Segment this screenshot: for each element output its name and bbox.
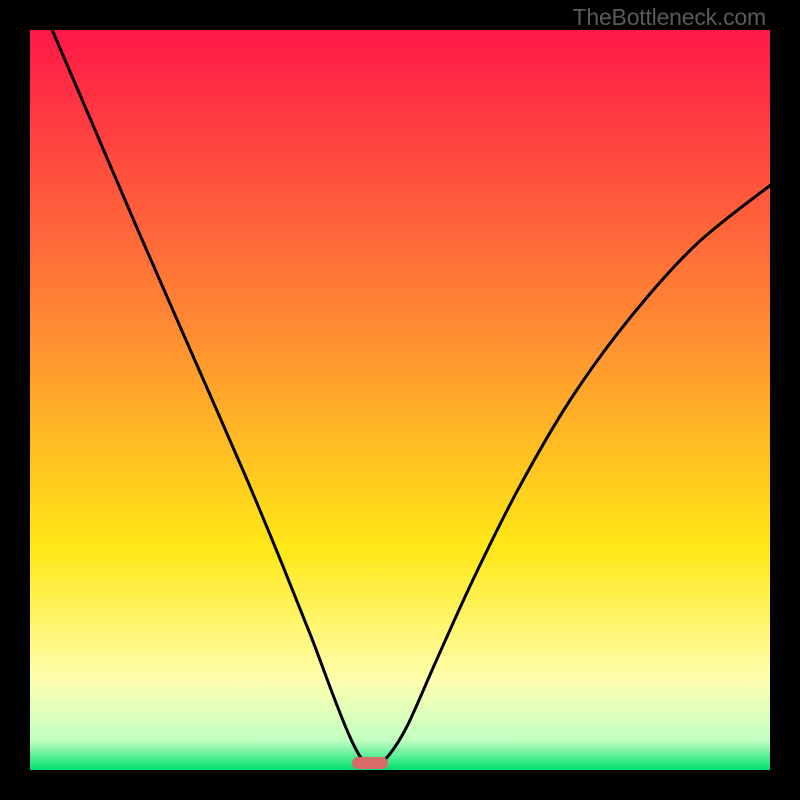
watermark-text: TheBottleneck.com [573, 4, 766, 31]
minimum-marker [352, 757, 388, 769]
plot-background [30, 30, 770, 770]
bottleneck-plot [30, 30, 770, 770]
